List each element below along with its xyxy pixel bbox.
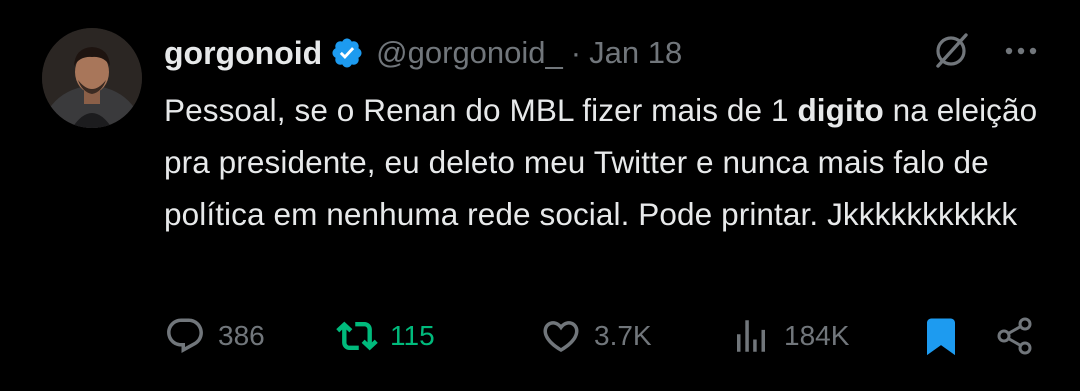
heart-icon [540,315,582,357]
display-name[interactable]: gorgonoid [164,35,322,72]
retweet-button[interactable]: 115 [336,312,435,360]
grok-icon[interactable] [930,30,972,72]
tweet-text-bold: digito [797,92,884,128]
tweet-header: gorgonoid @gorgonoid_ · Jan 18 [164,30,682,76]
handle[interactable]: @gorgonoid_ [376,35,563,71]
like-button[interactable]: 3.7K [540,312,652,360]
views-button[interactable]: 184K [730,312,849,360]
views-count: 184K [784,320,850,351]
reply-button[interactable]: 386 [164,312,265,360]
retweet-icon [336,315,378,357]
tweet-text: Pessoal, se o Renan do MBL fizer mais de… [164,84,1044,240]
share-icon [994,315,1036,357]
tweet-date[interactable]: Jan 18 [589,35,682,71]
more-icon[interactable] [1002,32,1040,70]
views-icon [730,315,772,357]
retweet-count: 115 [390,320,435,351]
reply-icon [164,315,206,357]
action-bar: 386 115 3.7K 184K [164,312,1044,360]
tweet-text-part-1: Pessoal, se o Renan do MBL fizer mais de… [164,92,798,128]
reply-count: 386 [218,320,265,351]
share-button[interactable] [994,312,1036,360]
separator-dot: · [570,35,582,70]
bookmark-button[interactable] [920,312,962,360]
tweet-top-actions [930,30,1040,72]
bookmark-icon [920,315,962,357]
like-count: 3.7K [594,320,652,351]
tweet[interactable]: gorgonoid @gorgonoid_ · Jan 18 Pessoal, … [0,0,1080,391]
avatar[interactable] [42,28,142,128]
verified-badge-icon[interactable] [330,36,364,70]
